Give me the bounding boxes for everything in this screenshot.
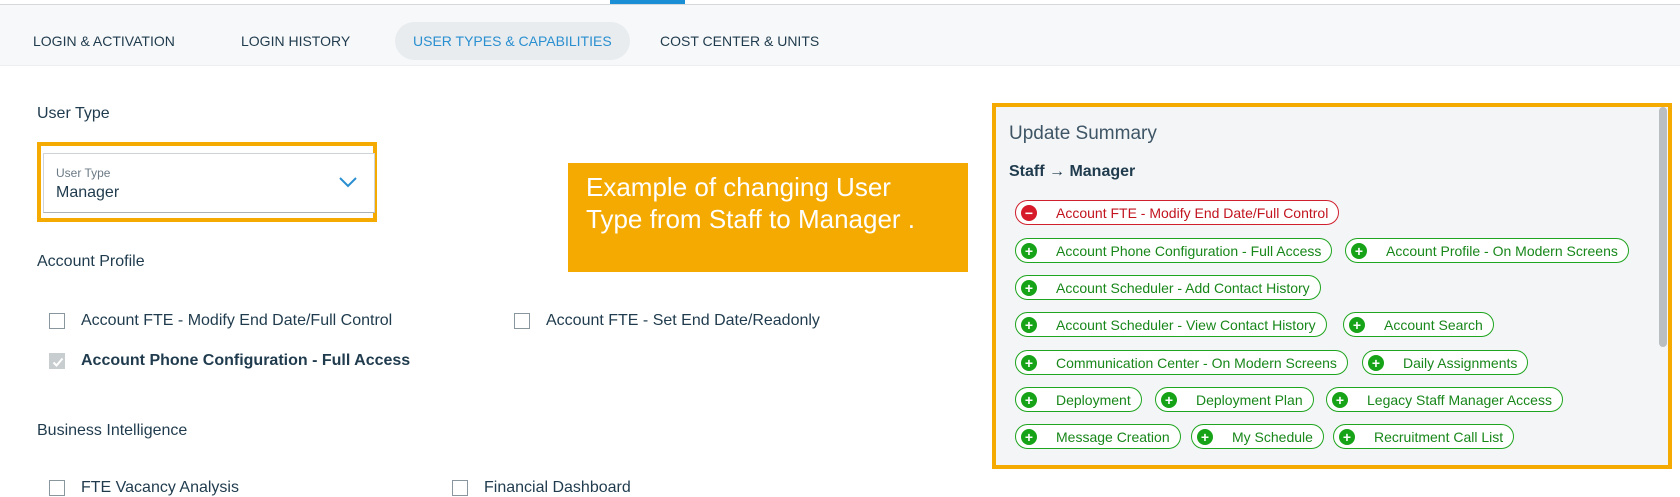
checkmark-icon bbox=[52, 357, 64, 367]
change-label: Communication Center - On Modern Screens bbox=[1056, 354, 1337, 371]
checkbox[interactable] bbox=[452, 480, 468, 496]
plus-circle-icon: + bbox=[1161, 391, 1177, 408]
checkbox-label: Account Phone Configuration - Full Acces… bbox=[81, 352, 411, 369]
checkbox[interactable] bbox=[49, 313, 65, 329]
change-pill-added[interactable]: + Deployment Plan bbox=[1155, 387, 1314, 412]
change-pill-added[interactable]: + Account Search bbox=[1343, 312, 1494, 337]
change-pill-added[interactable]: + Daily Assignments bbox=[1362, 350, 1529, 375]
update-summary-title: Update Summary bbox=[1009, 123, 1157, 144]
tab-bar: LOGIN & ACTIVATION LOGIN HISTORY USER TY… bbox=[0, 5, 1680, 66]
business-intelligence-heading: Business Intelligence bbox=[37, 422, 188, 439]
tab-login-history[interactable]: LOGIN HISTORY bbox=[241, 22, 350, 60]
account-profile-heading: Account Profile bbox=[37, 253, 145, 270]
change-label: Deployment bbox=[1056, 391, 1131, 408]
tab-user-types-capabilities[interactable]: USER TYPES & CAPABILITIES bbox=[395, 22, 630, 60]
checkbox-checked[interactable] bbox=[49, 353, 65, 369]
user-type-heading: User Type bbox=[37, 105, 110, 122]
change-label: My Schedule bbox=[1232, 428, 1313, 445]
plus-circle-icon: + bbox=[1368, 354, 1384, 371]
change-label: Legacy Staff Manager Access bbox=[1367, 391, 1552, 408]
plus-circle-icon: + bbox=[1351, 242, 1367, 259]
change-pill-added[interactable]: + Account Scheduler - View Contact Histo… bbox=[1015, 312, 1327, 337]
chevron-down-icon[interactable] bbox=[338, 174, 358, 190]
change-pill-added[interactable]: + Recruitment Call List bbox=[1333, 424, 1515, 449]
change-pill-added[interactable]: + Deployment bbox=[1015, 387, 1142, 412]
change-pill-added[interactable]: + Account Scheduler - Add Contact Histor… bbox=[1015, 275, 1321, 300]
plus-circle-icon: + bbox=[1021, 354, 1037, 371]
plus-circle-icon: + bbox=[1021, 391, 1037, 408]
change-label: Account Profile - On Modern Screens bbox=[1386, 242, 1618, 259]
annotation-callout: Example of changing User Type from Staff… bbox=[568, 163, 968, 272]
change-label: Account Scheduler - Add Contact History bbox=[1056, 279, 1310, 296]
tab-login-activation[interactable]: LOGIN & ACTIVATION bbox=[33, 22, 175, 60]
user-type-value: Manager bbox=[56, 184, 120, 201]
change-pill-added[interactable]: + Message Creation bbox=[1015, 424, 1181, 449]
user-type-transition: Staff → Manager bbox=[1009, 163, 1136, 180]
change-pill-added[interactable]: + Legacy Staff Manager Access bbox=[1326, 387, 1563, 412]
plus-circle-icon: + bbox=[1021, 279, 1037, 296]
summary-scrollbar[interactable] bbox=[1659, 107, 1667, 347]
checkbox[interactable] bbox=[49, 480, 65, 496]
active-section-indicator bbox=[610, 0, 685, 4]
user-type-field-label: User Type bbox=[56, 166, 111, 180]
plus-circle-icon: + bbox=[1339, 428, 1355, 445]
checkbox-label: Account FTE - Modify End Date/Full Contr… bbox=[81, 312, 393, 329]
change-label: Account Search bbox=[1384, 316, 1483, 333]
tab-cost-center-units[interactable]: COST CENTER & UNITS bbox=[660, 22, 819, 60]
checkbox[interactable] bbox=[514, 313, 530, 329]
change-label: Account FTE - Modify End Date/Full Contr… bbox=[1056, 204, 1329, 221]
change-label: Recruitment Call List bbox=[1374, 428, 1504, 445]
minus-circle-icon: − bbox=[1021, 204, 1037, 221]
change-label: Daily Assignments bbox=[1403, 354, 1518, 371]
plus-circle-icon: + bbox=[1332, 391, 1348, 408]
plus-circle-icon: + bbox=[1349, 316, 1365, 333]
checkbox-row-fte-modify[interactable]: Account FTE - Modify End Date/Full Contr… bbox=[49, 312, 392, 330]
plus-circle-icon: + bbox=[1021, 242, 1037, 259]
change-label: Account Scheduler - View Contact History bbox=[1056, 316, 1316, 333]
change-pill-added[interactable]: + My Schedule bbox=[1191, 424, 1324, 449]
checkbox-label: Account FTE - Set End Date/Readonly bbox=[546, 312, 820, 329]
checkbox-label: FTE Vacancy Analysis bbox=[81, 479, 239, 496]
change-pill-added[interactable]: + Account Phone Configuration - Full Acc… bbox=[1015, 238, 1333, 263]
plus-circle-icon: + bbox=[1021, 428, 1037, 445]
plus-circle-icon: + bbox=[1021, 316, 1037, 333]
change-pill-added[interactable]: + Account Profile - On Modern Screens bbox=[1345, 238, 1629, 263]
checkbox-row-fte-readonly[interactable]: Account FTE - Set End Date/Readonly bbox=[514, 312, 820, 330]
checkbox-label: Financial Dashboard bbox=[484, 479, 631, 496]
change-label: Deployment Plan bbox=[1196, 391, 1303, 408]
change-label: Account Phone Configuration - Full Acces… bbox=[1056, 242, 1322, 259]
checkbox-row-fte-vacancy[interactable]: FTE Vacancy Analysis bbox=[49, 479, 239, 497]
change-label: Message Creation bbox=[1056, 428, 1170, 445]
plus-circle-icon: + bbox=[1197, 428, 1213, 445]
checkbox-row-financial-dashboard[interactable]: Financial Dashboard bbox=[452, 479, 631, 497]
change-pill-removed[interactable]: − Account FTE - Modify End Date/Full Con… bbox=[1015, 200, 1340, 225]
change-pill-added[interactable]: + Communication Center - On Modern Scree… bbox=[1015, 350, 1348, 375]
checkbox-row-phone-config[interactable]: Account Phone Configuration - Full Acces… bbox=[49, 352, 410, 370]
user-type-select[interactable]: User Type Manager bbox=[43, 153, 375, 213]
